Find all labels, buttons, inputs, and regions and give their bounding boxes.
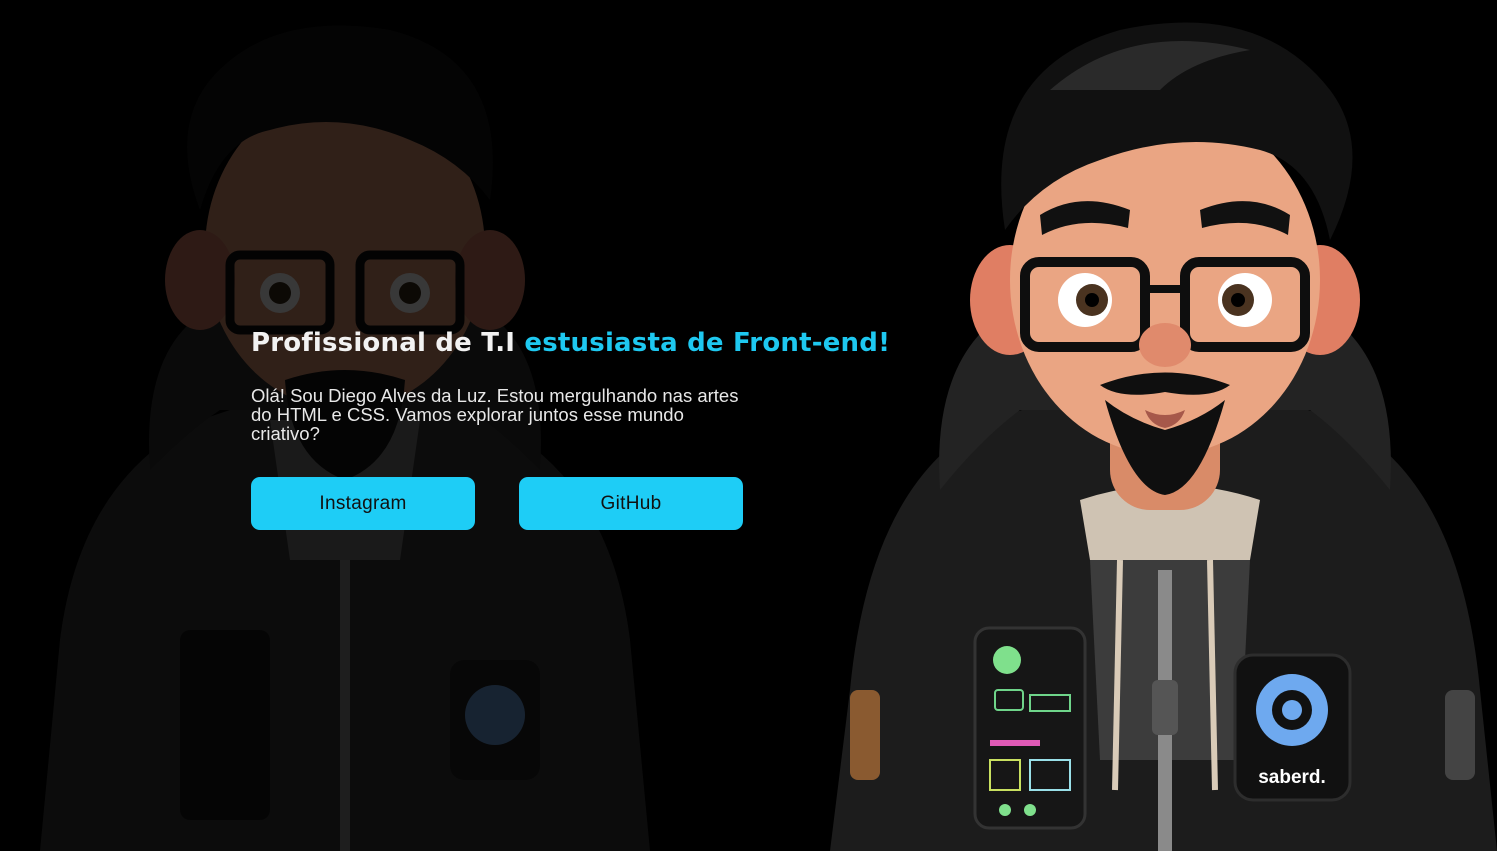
hero-section: Profissional de T.I estusiasta de Front-… — [251, 326, 971, 530]
hero-title: Profissional de T.I estusiasta de Front-… — [251, 326, 971, 360]
badge-text: saberd. — [1258, 767, 1326, 788]
instagram-button-label: Instagram — [319, 492, 407, 514]
hero-description: Olá! Sou Diego Alves da Luz. Estou mergu… — [251, 385, 739, 444]
instagram-button[interactable]: Instagram — [251, 477, 475, 530]
hero-title-accent: estusiasta de Front-end! — [524, 328, 891, 358]
social-buttons: Instagram GitHub — [251, 477, 751, 530]
hero-title-main: Profissional de T.I — [251, 328, 516, 358]
github-button[interactable]: GitHub — [519, 477, 743, 530]
github-button-label: GitHub — [600, 492, 662, 514]
